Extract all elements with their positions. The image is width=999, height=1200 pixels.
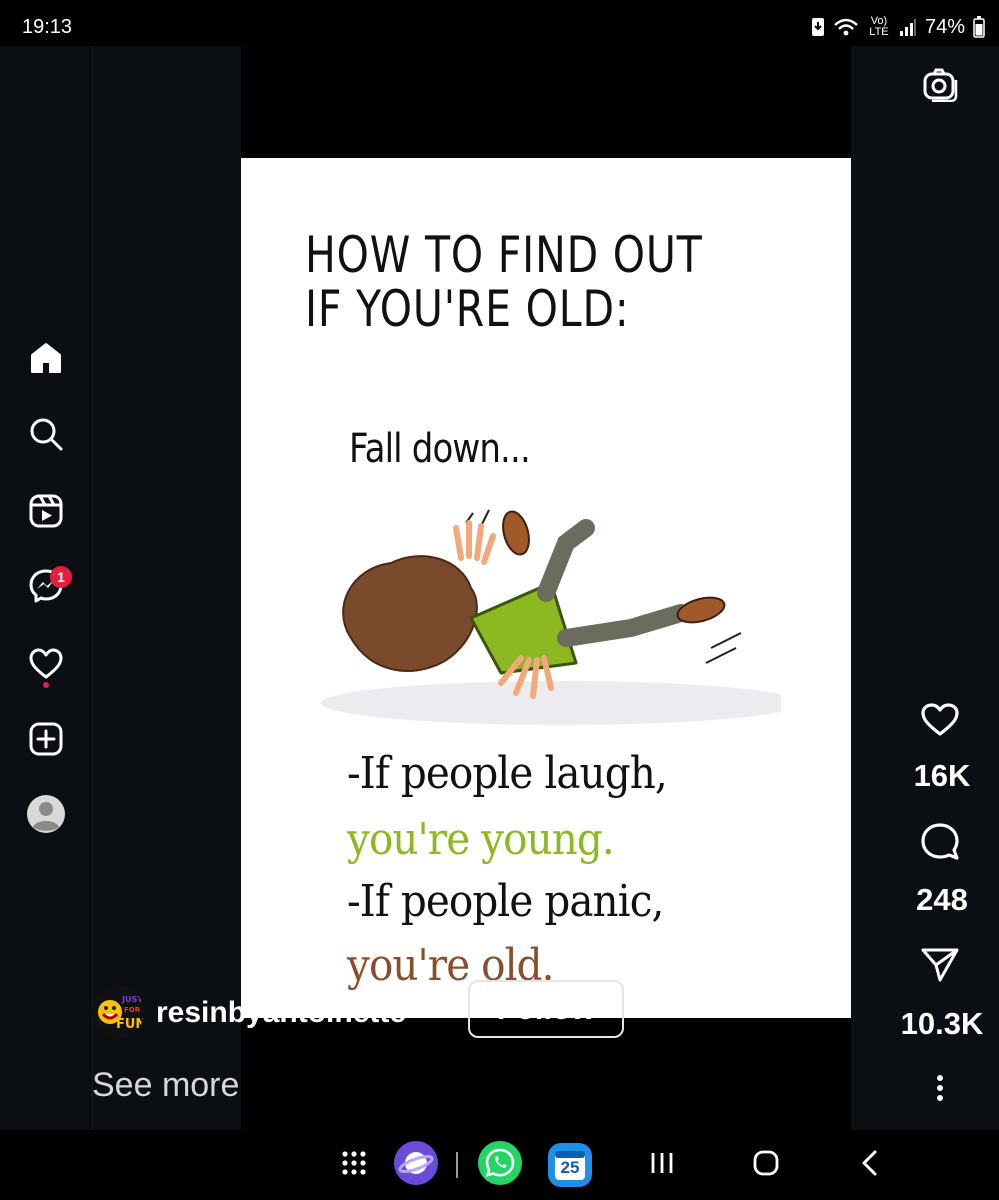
send-icon (920, 946, 960, 989)
rail-divider (92, 46, 93, 1130)
more-vertical-icon (930, 1075, 950, 1112)
status-icons: Vo) LTE 74% (811, 14, 985, 40)
nav-reels[interactable] (22, 489, 70, 537)
svg-text:FUN: FUN (116, 1017, 144, 1032)
whatsapp-icon (477, 1140, 523, 1191)
status-bar: 19:13 Vo) LTE 74% (0, 0, 999, 46)
samsung-internet-button[interactable] (392, 1140, 440, 1191)
back-button[interactable] (848, 1142, 892, 1188)
falling-person-illustration (321, 509, 781, 725)
recents-icon (649, 1151, 675, 1180)
poster-fall-text: Fall down... (349, 426, 531, 472)
home-square-icon (752, 1149, 780, 1182)
reel-video[interactable]: HOW TO FIND OUT IF YOU'RE OLD: Fall down… (241, 46, 851, 1130)
just-for-fun-logo: JUST FOR FUN (92, 986, 144, 1038)
poster-title-line-2: IF YOU'RE OLD: (305, 280, 630, 338)
nav-messenger[interactable]: 1 (22, 564, 72, 612)
battery-icon (973, 16, 985, 38)
calendar-day: 25 (560, 1158, 580, 1177)
like-button[interactable] (880, 702, 999, 743)
nav-profile[interactable] (22, 792, 70, 840)
signal-icon (899, 17, 917, 37)
calendar-icon: 25 (547, 1142, 593, 1188)
poster-line-panic: -If people panic, (347, 876, 664, 927)
download-icon (811, 17, 825, 37)
poster-title: HOW TO FIND OUT IF YOU'RE OLD: (305, 228, 703, 336)
browser-icon (393, 1140, 439, 1191)
dock-separator (456, 1152, 458, 1178)
system-nav-bar: 25 (0, 1130, 999, 1200)
home-button[interactable] (744, 1142, 788, 1188)
plus-square-icon (28, 721, 64, 762)
heart-icon (920, 702, 960, 743)
camera-icon (922, 68, 958, 107)
comment-button[interactable] (880, 822, 999, 867)
nav-search[interactable] (22, 412, 70, 460)
messenger-badge: 1 (50, 566, 72, 588)
poster-title-line-1: HOW TO FIND OUT (305, 226, 703, 284)
poster-line-young: you're young. (347, 814, 615, 865)
reels-viewer: 1 HOW TO FIND OUT IF YOU'RE OLD: Fall do… (0, 46, 999, 1130)
wifi-icon (833, 17, 859, 37)
author-username[interactable]: resinbyantoinette (156, 996, 406, 1030)
follow-button[interactable]: Follow (468, 980, 624, 1038)
nav-home[interactable] (22, 336, 70, 384)
avatar-icon (26, 794, 66, 839)
reel-image: HOW TO FIND OUT IF YOU'RE OLD: Fall down… (241, 158, 851, 1018)
share-count: 10.3K (900, 1006, 984, 1041)
network-type: Vo) LTE (869, 15, 889, 38)
status-time: 19:13 (22, 16, 73, 38)
home-icon (28, 341, 64, 380)
svg-text:JUST: JUST (121, 995, 143, 1004)
comment-count: 248 (916, 882, 968, 917)
nav-notifications[interactable] (22, 642, 70, 690)
left-nav-rail: 1 (0, 46, 93, 1130)
like-count: 16K (913, 758, 971, 793)
notification-dot (43, 682, 49, 688)
poster-line-laugh: -If people laugh, (347, 748, 668, 799)
more-options-button[interactable] (930, 1068, 950, 1108)
comment-icon (920, 822, 960, 867)
battery-percent: 74% (924, 15, 965, 38)
calendar-button[interactable]: 25 (546, 1142, 594, 1188)
heart-icon (28, 647, 64, 686)
camera-button[interactable] (880, 68, 999, 107)
reel-actions: 16K 248 10.3K (880, 46, 999, 1130)
app-drawer-button[interactable] (334, 1142, 374, 1188)
grid-dots-icon (341, 1150, 367, 1181)
reels-icon (28, 493, 64, 534)
author-avatar[interactable]: JUST FOR FUN (92, 986, 144, 1038)
svg-text:FOR: FOR (124, 1006, 141, 1014)
recents-button[interactable] (640, 1142, 684, 1188)
search-icon (28, 416, 64, 457)
nav-create[interactable] (22, 717, 70, 765)
see-more-link[interactable]: See more (92, 1066, 239, 1105)
whatsapp-button[interactable] (476, 1140, 524, 1191)
chevron-left-icon (859, 1149, 881, 1182)
share-button[interactable] (880, 946, 999, 989)
